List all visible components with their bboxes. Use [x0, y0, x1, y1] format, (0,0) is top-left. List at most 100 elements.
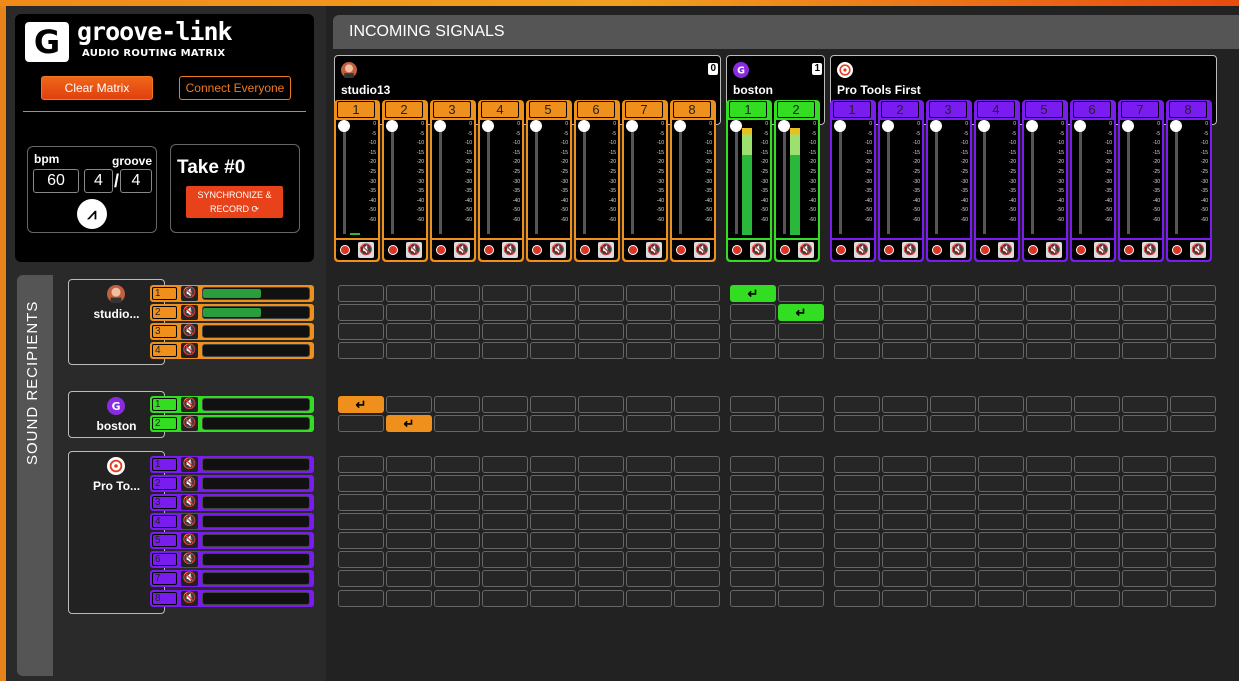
route-cell[interactable] [626, 415, 672, 432]
record-arm-button[interactable] [580, 245, 590, 255]
route-cell[interactable] [978, 323, 1024, 340]
mute-button[interactable]: 🔇 [181, 552, 198, 567]
record-arm-button[interactable] [1028, 245, 1038, 255]
route-cell[interactable] [530, 570, 576, 587]
route-cell[interactable] [778, 494, 824, 511]
record-arm-button[interactable] [932, 245, 942, 255]
route-cell[interactable] [626, 304, 672, 321]
record-arm-button[interactable] [732, 245, 742, 255]
route-cell[interactable] [1170, 494, 1216, 511]
route-cell[interactable] [1170, 590, 1216, 607]
route-cell[interactable] [386, 456, 432, 473]
mute-button[interactable]: 🔇 [1142, 242, 1158, 258]
metronome-icon[interactable]: ⩘ [77, 199, 107, 229]
route-cell[interactable] [882, 532, 928, 549]
route-cell[interactable] [1026, 570, 1072, 587]
route-cell[interactable] [434, 570, 480, 587]
fader-knob[interactable] [1122, 120, 1134, 132]
route-cell[interactable] [578, 342, 624, 359]
route-cell[interactable] [674, 396, 720, 413]
route-cell[interactable] [386, 513, 432, 530]
route-cell[interactable] [530, 304, 576, 321]
route-cell[interactable] [730, 494, 776, 511]
route-cell[interactable] [338, 415, 384, 432]
record-arm-button[interactable] [388, 245, 398, 255]
route-cell[interactable] [674, 532, 720, 549]
route-cell[interactable] [1074, 551, 1120, 568]
route-cell[interactable] [434, 456, 480, 473]
mute-button[interactable]: 🔇 [1046, 242, 1062, 258]
clear-matrix-button[interactable]: Clear Matrix [41, 76, 153, 100]
route-cell[interactable] [482, 532, 528, 549]
route-cell[interactable] [530, 396, 576, 413]
route-cell[interactable] [1074, 590, 1120, 607]
record-arm-button[interactable] [1124, 245, 1134, 255]
route-cell[interactable] [338, 532, 384, 549]
route-cell[interactable] [978, 342, 1024, 359]
route-cell[interactable] [1026, 590, 1072, 607]
record-arm-button[interactable] [836, 245, 846, 255]
route-cell[interactable] [386, 532, 432, 549]
route-cell[interactable] [626, 342, 672, 359]
record-arm-button[interactable] [532, 245, 542, 255]
route-cell[interactable] [930, 590, 976, 607]
route-cell[interactable] [1074, 342, 1120, 359]
mute-button[interactable]: 🔇 [502, 242, 518, 258]
route-cell[interactable] [834, 342, 880, 359]
connect-everyone-button[interactable]: Connect Everyone [179, 76, 291, 100]
route-cell[interactable] [1122, 532, 1168, 549]
mute-button[interactable]: 🔇 [646, 242, 662, 258]
record-arm-button[interactable] [436, 245, 446, 255]
route-cell[interactable] [834, 285, 880, 302]
route-cell[interactable] [1170, 285, 1216, 302]
route-cell[interactable] [530, 590, 576, 607]
route-cell[interactable] [1074, 494, 1120, 511]
fader-knob[interactable] [882, 120, 894, 132]
route-cell[interactable] [1170, 415, 1216, 432]
route-cell[interactable] [778, 590, 824, 607]
route-cell[interactable] [930, 323, 976, 340]
fader-knob[interactable] [978, 120, 990, 132]
route-cell[interactable] [386, 323, 432, 340]
route-cell[interactable] [778, 415, 824, 432]
fader-knob[interactable] [778, 120, 790, 132]
route-cell[interactable] [1170, 513, 1216, 530]
mute-button[interactable]: 🔇 [181, 571, 198, 586]
route-cell[interactable] [626, 323, 672, 340]
route-cell[interactable] [1170, 396, 1216, 413]
mute-button[interactable]: 🔇 [454, 242, 470, 258]
route-cell[interactable] [674, 513, 720, 530]
route-cell[interactable] [778, 342, 824, 359]
route-cell[interactable] [1074, 475, 1120, 492]
mute-button[interactable]: 🔇 [694, 242, 710, 258]
route-cell[interactable] [930, 551, 976, 568]
route-cell[interactable] [882, 342, 928, 359]
route-cell[interactable] [730, 304, 776, 321]
mute-button[interactable]: 🔇 [406, 242, 422, 258]
route-cell-active[interactable]: ↵ [386, 415, 432, 432]
route-cell[interactable] [778, 532, 824, 549]
route-cell[interactable] [1026, 494, 1072, 511]
route-cell[interactable] [930, 570, 976, 587]
mute-button[interactable]: 🔇 [750, 242, 766, 258]
route-cell[interactable] [930, 532, 976, 549]
route-cell[interactable] [482, 342, 528, 359]
route-cell[interactable] [1170, 551, 1216, 568]
route-cell[interactable] [1122, 590, 1168, 607]
route-cell[interactable] [434, 342, 480, 359]
route-cell[interactable] [338, 342, 384, 359]
route-cell[interactable] [1074, 456, 1120, 473]
route-cell[interactable] [1026, 323, 1072, 340]
route-cell[interactable] [730, 590, 776, 607]
route-cell[interactable] [674, 570, 720, 587]
route-cell[interactable] [834, 475, 880, 492]
route-cell[interactable] [482, 494, 528, 511]
route-cell[interactable] [778, 456, 824, 473]
route-cell[interactable] [882, 590, 928, 607]
route-cell[interactable] [530, 513, 576, 530]
route-cell[interactable] [882, 323, 928, 340]
route-cell[interactable] [730, 342, 776, 359]
meter-bottom-input[interactable]: 4 [120, 169, 152, 193]
route-cell[interactable] [482, 570, 528, 587]
mute-button[interactable]: 🔇 [1094, 242, 1110, 258]
